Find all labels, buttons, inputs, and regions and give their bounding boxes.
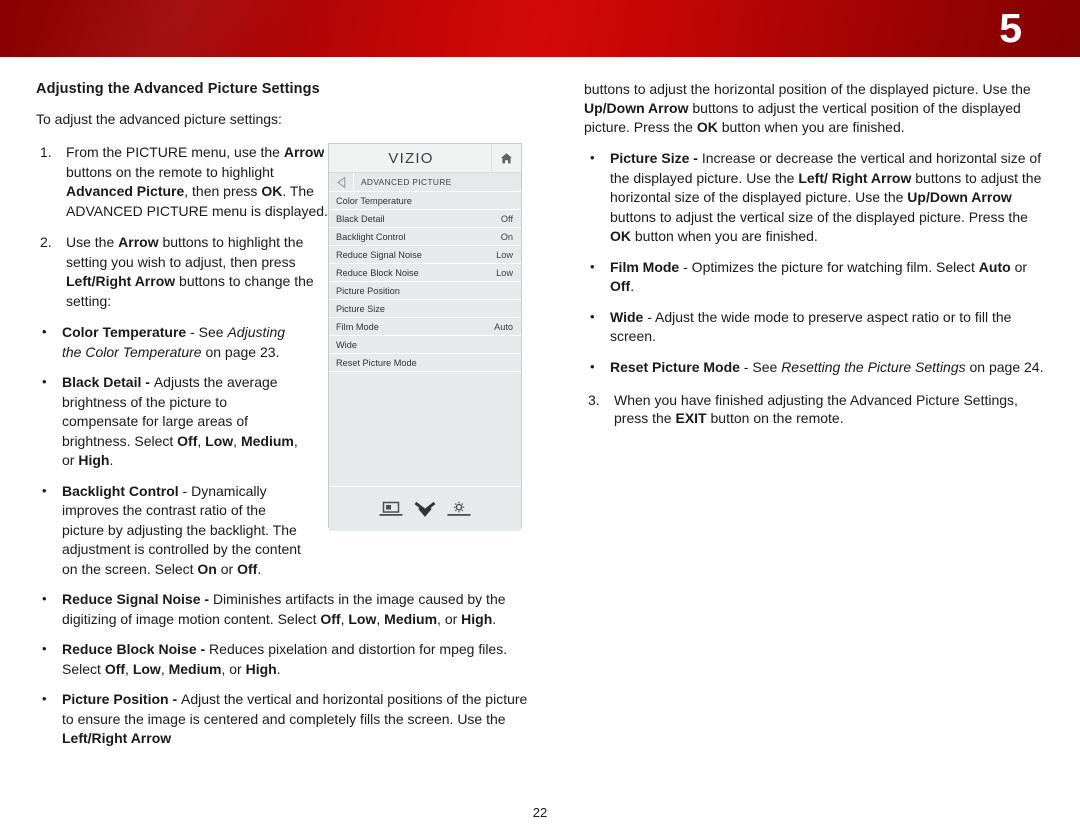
menu-row-value: On <box>500 231 513 242</box>
list-item: Picture Position - Adjust the vertical a… <box>36 689 531 749</box>
vizio-logo: VIZIO <box>388 149 434 167</box>
picture-screen-icon[interactable] <box>379 501 403 517</box>
menu-row-label: Color Temperature <box>336 195 412 206</box>
menu-row-value: Low <box>496 267 513 278</box>
menu-row-label: Backlight Control <box>336 231 406 242</box>
step-number: 2. <box>40 234 52 250</box>
step-text: When you have finished adjusting the Adv… <box>614 392 1018 426</box>
manual-page: 5 Adjusting the Advanced Picture Setting… <box>0 0 1080 834</box>
list-item: Wide - Adjust the wide mode to preserve … <box>584 307 1046 347</box>
page-title: Adjusting the Advanced Picture Settings <box>36 81 320 97</box>
step-text: From the PICTURE menu, use the Arrow but… <box>66 144 328 219</box>
menu-row-value: Off <box>500 213 513 224</box>
menu-breadcrumb-bar: ADVANCED PICTURE <box>329 172 521 192</box>
list-item: Picture Size - Increase or decrease the … <box>584 148 1046 247</box>
list-item: Black Detail - Adjusts the average brigh… <box>36 372 304 471</box>
menu-row-reduce-signal-noise[interactable]: Reduce Signal Noise Low <box>329 246 521 264</box>
menu-row-value: Low <box>496 249 513 260</box>
menu-brand-bar: VIZIO <box>329 143 521 173</box>
brightness-gear-icon[interactable] <box>447 501 471 517</box>
menu-rows: Color Temperature Black Detail Off Backl… <box>329 192 521 487</box>
step-number: 1. <box>40 144 52 160</box>
menu-row-color-temperature[interactable]: Color Temperature <box>329 192 521 210</box>
numbered-steps-right: 3. When you have finished adjusting the … <box>584 391 1046 427</box>
menu-row-wide[interactable]: Wide <box>329 336 521 354</box>
page-number: 22 <box>532 805 548 820</box>
menu-row-backlight-control[interactable]: Backlight Control On <box>329 228 521 246</box>
home-button[interactable] <box>491 143 521 173</box>
menu-row-reset-picture-mode[interactable]: Reset Picture Mode <box>329 354 521 372</box>
menu-row-value: Auto <box>494 321 513 332</box>
back-button[interactable] <box>329 172 354 192</box>
menu-footer-icons <box>329 487 521 531</box>
list-item: Backlight Control - Dynamically improves… <box>36 481 304 580</box>
continuation-text: buttons to adjust the horizontal positio… <box>584 81 1031 135</box>
menu-row-label: Wide <box>336 339 357 350</box>
menu-row-label: Film Mode <box>336 321 379 332</box>
tv-advanced-picture-menu: VIZIO ADVANCED PICTURE Color Temperature <box>328 143 522 531</box>
menu-row-reduce-block-noise[interactable]: Reduce Block Noise Low <box>329 264 521 282</box>
menu-row-label: Picture Position <box>336 285 400 296</box>
menu-row-label: Black Detail <box>336 213 385 224</box>
menu-row-picture-size[interactable]: Picture Size <box>329 300 521 318</box>
settings-bullets-wide: Reduce Signal Noise - Diminishes artifac… <box>36 589 531 749</box>
menu-row-label: Reduce Signal Noise <box>336 249 422 260</box>
step-item: 3. When you have finished adjusting the … <box>584 391 1046 427</box>
menu-row-picture-position[interactable]: Picture Position <box>329 282 521 300</box>
double-chevron-down-icon[interactable] <box>414 501 436 517</box>
list-item: Reset Picture Mode - See Resetting the P… <box>584 357 1046 378</box>
chapter-header-band: 5 <box>0 0 1080 57</box>
step-text: Use the Arrow buttons to highlight the s… <box>66 234 314 309</box>
list-item: Reduce Block Noise - Reduces pixelation … <box>36 639 531 679</box>
menu-row-label: Reduce Block Noise <box>336 267 419 278</box>
right-column: buttons to adjust the horizontal positio… <box>584 80 1046 439</box>
menu-row-film-mode[interactable]: Film Mode Auto <box>329 318 521 336</box>
breadcrumb: ADVANCED PICTURE <box>361 177 452 187</box>
list-item: Film Mode - Optimizes the picture for wa… <box>584 257 1046 297</box>
intro-text: To adjust the advanced picture settings: <box>36 111 282 127</box>
chapter-number: 5 <box>999 5 1022 51</box>
back-arrow-icon <box>336 176 345 188</box>
list-item: Reduce Signal Noise - Diminishes artifac… <box>36 589 531 629</box>
menu-row-label: Picture Size <box>336 303 386 314</box>
menu-row-black-detail[interactable]: Black Detail Off <box>329 210 521 228</box>
header-sheen <box>22 0 418 57</box>
settings-bullets-right: Picture Size - Increase or decrease the … <box>584 148 1046 378</box>
step-number: 3. <box>588 392 600 408</box>
menu-empty-area <box>329 372 521 487</box>
list-item: Color Temperature - See Adjusting the Co… <box>36 322 304 362</box>
home-icon <box>501 152 512 163</box>
menu-row-label: Reset Picture Mode <box>336 357 417 368</box>
